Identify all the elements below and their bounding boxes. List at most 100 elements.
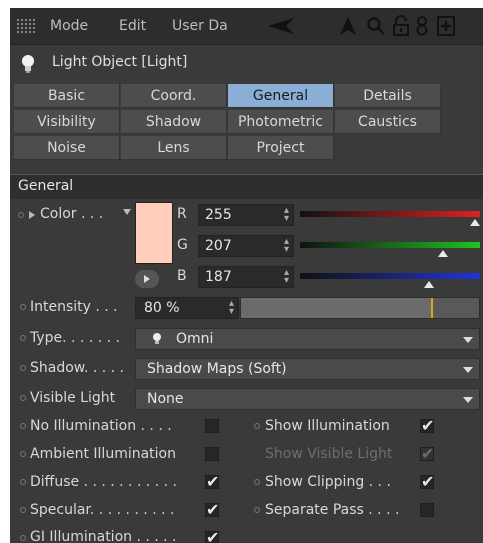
animation-dot[interactable]: [20, 423, 26, 429]
tab-noise[interactable]: Noise: [14, 136, 120, 160]
tab-coord[interactable]: Coord.: [121, 84, 227, 108]
tab-photometric[interactable]: Photometric: [228, 110, 334, 134]
show-illumination-checkbox[interactable]: ✔: [420, 416, 435, 435]
b-slider[interactable]: [300, 273, 480, 279]
animation-dot[interactable]: [20, 479, 26, 485]
visible-light-value: None: [147, 391, 184, 407]
g-input[interactable]: 207 ▴ ▾: [198, 235, 294, 257]
intensity-slider[interactable]: [240, 297, 480, 319]
b-label: B: [177, 268, 187, 284]
separate-pass-label: Separate Pass . . . .: [265, 502, 400, 518]
animation-dot[interactable]: [20, 535, 26, 541]
tab-visibility[interactable]: Visibility: [14, 110, 120, 134]
tab-caustics[interactable]: Caustics: [335, 110, 441, 134]
animation-dot[interactable]: [254, 479, 260, 485]
tab-general[interactable]: General: [228, 84, 334, 108]
animation-dot[interactable]: [18, 212, 24, 218]
color-swatch[interactable]: [135, 202, 173, 264]
g-slider-thumb[interactable]: [437, 250, 448, 257]
cursor-icon[interactable]: [338, 15, 358, 37]
g-value: 207: [205, 238, 232, 254]
back-arrow-icon[interactable]: [266, 15, 296, 37]
b-input[interactable]: 187 ▴ ▾: [198, 266, 294, 288]
intensity-stepper[interactable]: ▴ ▾: [229, 299, 234, 317]
color-options-arrow-icon[interactable]: [122, 208, 132, 216]
chevron-down-icon: [463, 397, 473, 403]
g-stepper[interactable]: ▴ ▾: [284, 237, 289, 255]
ambient-illumination-checkbox[interactable]: [205, 447, 219, 461]
light-bulb-icon: [22, 55, 34, 73]
grip-handle[interactable]: [16, 18, 36, 34]
search-icon[interactable]: [366, 15, 386, 37]
type-dropdown[interactable]: Omni: [135, 328, 480, 350]
no-illumination-checkbox[interactable]: [205, 419, 219, 433]
show-visible-light-checkbox: ✔: [420, 444, 435, 463]
diffuse-checkbox[interactable]: ✔: [205, 472, 220, 491]
expand-arrow-icon[interactable]: [28, 210, 36, 220]
intensity-input[interactable]: 80 % ▴ ▾: [135, 297, 239, 319]
r-slider[interactable]: [300, 211, 480, 217]
r-stepper[interactable]: ▴ ▾: [284, 206, 289, 224]
g-slider[interactable]: [300, 242, 480, 248]
object-header: Light Object [Light]: [10, 45, 483, 81]
separate-pass-checkbox[interactable]: [420, 503, 434, 517]
section-title: General: [18, 178, 74, 194]
show-visible-light-label: Show Visible Light: [265, 446, 393, 462]
tab-project[interactable]: Project: [228, 136, 334, 160]
animation-dot[interactable]: [20, 507, 26, 513]
color-picker-button[interactable]: [135, 270, 159, 288]
visible-light-dropdown[interactable]: None: [135, 388, 480, 410]
animation-dot[interactable]: [254, 423, 260, 429]
lock-icon[interactable]: [391, 15, 411, 37]
check-mark-icon: ✔: [421, 444, 435, 463]
animation-dot[interactable]: [20, 304, 26, 310]
check-mark-icon: ✔: [421, 416, 435, 435]
animation-dot[interactable]: [20, 335, 26, 341]
r-input[interactable]: 255 ▴ ▾: [198, 204, 294, 226]
menu-mode[interactable]: Mode: [50, 18, 88, 34]
intensity-slider-fill: [241, 298, 432, 318]
check-mark-icon: ✔: [206, 500, 220, 519]
animation-dot[interactable]: [20, 451, 26, 457]
animation-dot[interactable]: [20, 395, 26, 401]
b-slider-thumb[interactable]: [424, 281, 435, 288]
chevron-down-icon: [463, 367, 473, 373]
section-header: General: [10, 174, 483, 199]
animation-dot[interactable]: [254, 507, 260, 513]
r-slider-thumb[interactable]: [470, 219, 480, 226]
link-icon[interactable]: [414, 15, 430, 37]
no-illumination-label: No Illumination . . . .: [30, 418, 172, 434]
show-illumination-label: Show Illumination: [265, 418, 390, 434]
menu-user-data[interactable]: User Da: [172, 18, 228, 34]
show-clipping-label: Show Clipping . . .: [265, 474, 391, 490]
visible-light-label: Visible Light: [30, 390, 116, 406]
tab-basic[interactable]: Basic: [14, 84, 120, 108]
intensity-label: Intensity . . .: [30, 299, 118, 315]
check-mark-icon: ✔: [206, 472, 220, 491]
add-panel-icon[interactable]: [436, 15, 456, 37]
check-mark-icon: ✔: [206, 528, 220, 543]
shadow-label: Shadow. . . . .: [30, 360, 125, 376]
gi-illumination-label: GI Illumination . . . . .: [30, 529, 177, 543]
ambient-illumination-label: Ambient Illumination: [30, 446, 176, 462]
tab-details[interactable]: Details: [335, 84, 441, 108]
r-label: R: [177, 206, 187, 222]
animation-dot[interactable]: [20, 365, 26, 371]
play-icon: [144, 275, 150, 283]
gi-illumination-checkbox[interactable]: ✔: [205, 528, 220, 543]
menu-edit[interactable]: Edit: [119, 18, 146, 34]
check-mark-icon: ✔: [421, 472, 435, 491]
show-clipping-checkbox[interactable]: ✔: [420, 472, 435, 491]
specular-checkbox[interactable]: ✔: [205, 500, 220, 519]
b-value: 187: [205, 269, 232, 285]
shadow-dropdown[interactable]: Shadow Maps (Soft): [135, 358, 480, 380]
tab-shadow[interactable]: Shadow: [121, 110, 227, 134]
b-stepper[interactable]: ▴ ▾: [284, 268, 289, 286]
intensity-value: 80 %: [144, 300, 180, 316]
tab-lens[interactable]: Lens: [121, 136, 227, 160]
intensity-slider-marker[interactable]: [431, 298, 434, 318]
r-value: 255: [205, 207, 232, 223]
light-bulb-icon: [153, 333, 161, 344]
toolbar: Mode Edit User Da: [10, 8, 483, 45]
object-title: Light Object [Light]: [52, 54, 188, 70]
